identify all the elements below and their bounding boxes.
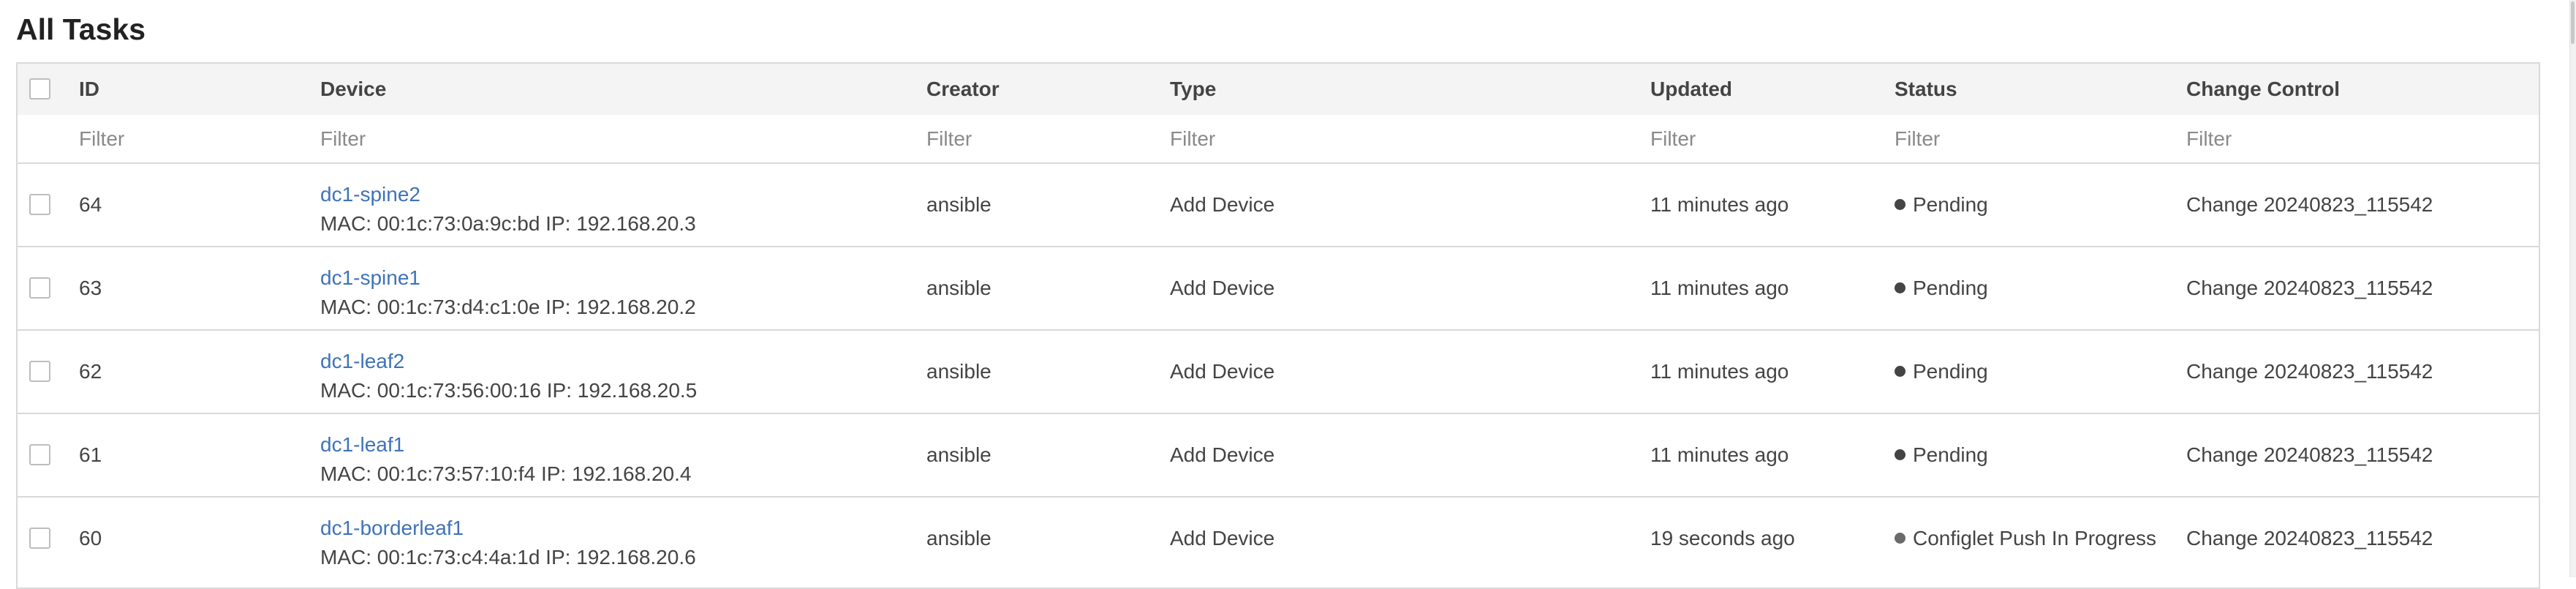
filter-input-creator[interactable]: Filter bbox=[926, 115, 972, 162]
change-control-link[interactable]: Change 20240823_115542 bbox=[2186, 331, 2433, 413]
task-type: Add Device bbox=[1170, 527, 1275, 549]
column-header-device[interactable]: Device bbox=[320, 64, 386, 115]
filter-input-change-control[interactable]: Filter bbox=[2186, 115, 2232, 162]
device-name-link[interactable]: dc1-borderleaf1 bbox=[320, 514, 696, 543]
device-name-link[interactable]: dc1-spine1 bbox=[320, 263, 696, 293]
task-status: Pending bbox=[1895, 331, 1988, 413]
device-cell: dc1-leaf2 MAC: 00:1c:73:56:00:16 IP: 192… bbox=[320, 347, 697, 405]
row-checkbox[interactable] bbox=[29, 361, 50, 382]
task-status: Pending bbox=[1895, 414, 1988, 496]
tasks-table: ID Device Creator Type Updated Status Ch… bbox=[16, 62, 2540, 589]
task-id: 62 bbox=[79, 360, 102, 383]
task-updated: 11 minutes ago bbox=[1650, 277, 1789, 299]
device-name-link[interactable]: dc1-leaf1 bbox=[320, 430, 691, 459]
table-row[interactable]: 62 dc1-leaf2 MAC: 00:1c:73:56:00:16 IP: … bbox=[18, 331, 2539, 414]
task-creator: ansible bbox=[926, 277, 992, 299]
device-cell: dc1-spine1 MAC: 00:1c:73:d4:c1:0e IP: 19… bbox=[320, 263, 696, 322]
page-title: All Tasks bbox=[16, 12, 146, 46]
task-id: 63 bbox=[79, 277, 102, 299]
column-header-status[interactable]: Status bbox=[1895, 64, 1957, 115]
task-id: 60 bbox=[79, 527, 102, 549]
device-meta: MAC: 00:1c:73:d4:c1:0e IP: 192.168.20.2 bbox=[320, 296, 696, 318]
row-checkbox[interactable] bbox=[29, 194, 50, 215]
task-creator: ansible bbox=[926, 527, 992, 549]
device-cell: dc1-borderleaf1 MAC: 00:1c:73:c4:4a:1d I… bbox=[320, 514, 696, 572]
status-label: Pending bbox=[1913, 360, 1988, 383]
column-header-type[interactable]: Type bbox=[1170, 64, 1216, 115]
table-filter-row: Filter Filter Filter Filter Filter Filte… bbox=[18, 115, 2539, 164]
row-checkbox[interactable] bbox=[29, 444, 50, 465]
select-all-checkbox[interactable] bbox=[29, 78, 50, 100]
change-control-link[interactable]: Change 20240823_115542 bbox=[2186, 247, 2433, 329]
task-status: Pending bbox=[1895, 247, 1988, 329]
device-name-link[interactable]: dc1-leaf2 bbox=[320, 347, 697, 376]
task-creator: ansible bbox=[926, 360, 992, 383]
column-header-creator[interactable]: Creator bbox=[926, 64, 1000, 115]
table-row[interactable]: 61 dc1-leaf1 MAC: 00:1c:73:57:10:f4 IP: … bbox=[18, 414, 2539, 498]
task-updated: 11 minutes ago bbox=[1650, 193, 1789, 216]
change-control-link[interactable]: Change 20240823_115542 bbox=[2186, 414, 2433, 496]
task-type: Add Device bbox=[1170, 360, 1275, 383]
status-dot-icon bbox=[1895, 533, 1905, 544]
filter-input-device[interactable]: Filter bbox=[320, 115, 366, 162]
task-updated: 11 minutes ago bbox=[1650, 443, 1789, 466]
status-dot-icon bbox=[1895, 449, 1905, 461]
filter-input-id[interactable]: Filter bbox=[79, 115, 124, 162]
column-header-change-control[interactable]: Change Control bbox=[2186, 64, 2340, 115]
row-checkbox[interactable] bbox=[29, 277, 50, 299]
task-creator: ansible bbox=[926, 193, 992, 216]
status-label: Pending bbox=[1913, 443, 1988, 466]
change-control-link[interactable]: Change 20240823_115542 bbox=[2186, 498, 2433, 579]
device-meta: MAC: 00:1c:73:56:00:16 IP: 192.168.20.5 bbox=[320, 379, 698, 402]
filter-input-status[interactable]: Filter bbox=[1895, 115, 1940, 162]
status-dot-icon bbox=[1895, 199, 1905, 211]
task-type: Add Device bbox=[1170, 443, 1275, 466]
column-header-updated[interactable]: Updated bbox=[1650, 64, 1732, 115]
task-updated: 11 minutes ago bbox=[1650, 360, 1789, 383]
device-meta: MAC: 00:1c:73:0a:9c:bd IP: 192.168.20.3 bbox=[320, 212, 696, 235]
table-row[interactable]: 60 dc1-borderleaf1 MAC: 00:1c:73:c4:4a:1… bbox=[18, 498, 2539, 579]
task-updated: 19 seconds ago bbox=[1650, 527, 1795, 549]
task-status: Configlet Push In Progress bbox=[1895, 498, 2156, 579]
vertical-scrollbar[interactable] bbox=[2569, 0, 2576, 577]
status-label: Pending bbox=[1913, 277, 1988, 299]
change-control-link[interactable]: Change 20240823_115542 bbox=[2186, 164, 2433, 246]
column-header-id[interactable]: ID bbox=[79, 64, 99, 115]
device-cell: dc1-spine2 MAC: 00:1c:73:0a:9c:bd IP: 19… bbox=[320, 180, 696, 239]
filter-input-type[interactable]: Filter bbox=[1170, 115, 1215, 162]
filter-input-updated[interactable]: Filter bbox=[1650, 115, 1696, 162]
table-header-row: ID Device Creator Type Updated Status Ch… bbox=[18, 64, 2539, 115]
row-checkbox[interactable] bbox=[29, 528, 50, 549]
status-dot-icon bbox=[1895, 282, 1905, 294]
status-label: Configlet Push In Progress bbox=[1913, 527, 2157, 549]
task-type: Add Device bbox=[1170, 193, 1275, 216]
scrollbar-thumb[interactable] bbox=[2571, 1, 2575, 44]
task-creator: ansible bbox=[926, 443, 992, 466]
table-row[interactable]: 63 dc1-spine1 MAC: 00:1c:73:d4:c1:0e IP:… bbox=[18, 247, 2539, 331]
device-cell: dc1-leaf1 MAC: 00:1c:73:57:10:f4 IP: 192… bbox=[320, 430, 691, 489]
device-meta: MAC: 00:1c:73:c4:4a:1d IP: 192.168.20.6 bbox=[320, 546, 696, 569]
task-id: 61 bbox=[79, 443, 102, 466]
device-name-link[interactable]: dc1-spine2 bbox=[320, 180, 696, 209]
task-type: Add Device bbox=[1170, 277, 1275, 299]
task-status: Pending bbox=[1895, 164, 1988, 246]
status-label: Pending bbox=[1913, 193, 1988, 216]
task-id: 64 bbox=[79, 193, 102, 216]
status-dot-icon bbox=[1895, 366, 1905, 378]
table-row[interactable]: 64 dc1-spine2 MAC: 00:1c:73:0a:9c:bd IP:… bbox=[18, 164, 2539, 247]
device-meta: MAC: 00:1c:73:57:10:f4 IP: 192.168.20.4 bbox=[320, 462, 692, 485]
